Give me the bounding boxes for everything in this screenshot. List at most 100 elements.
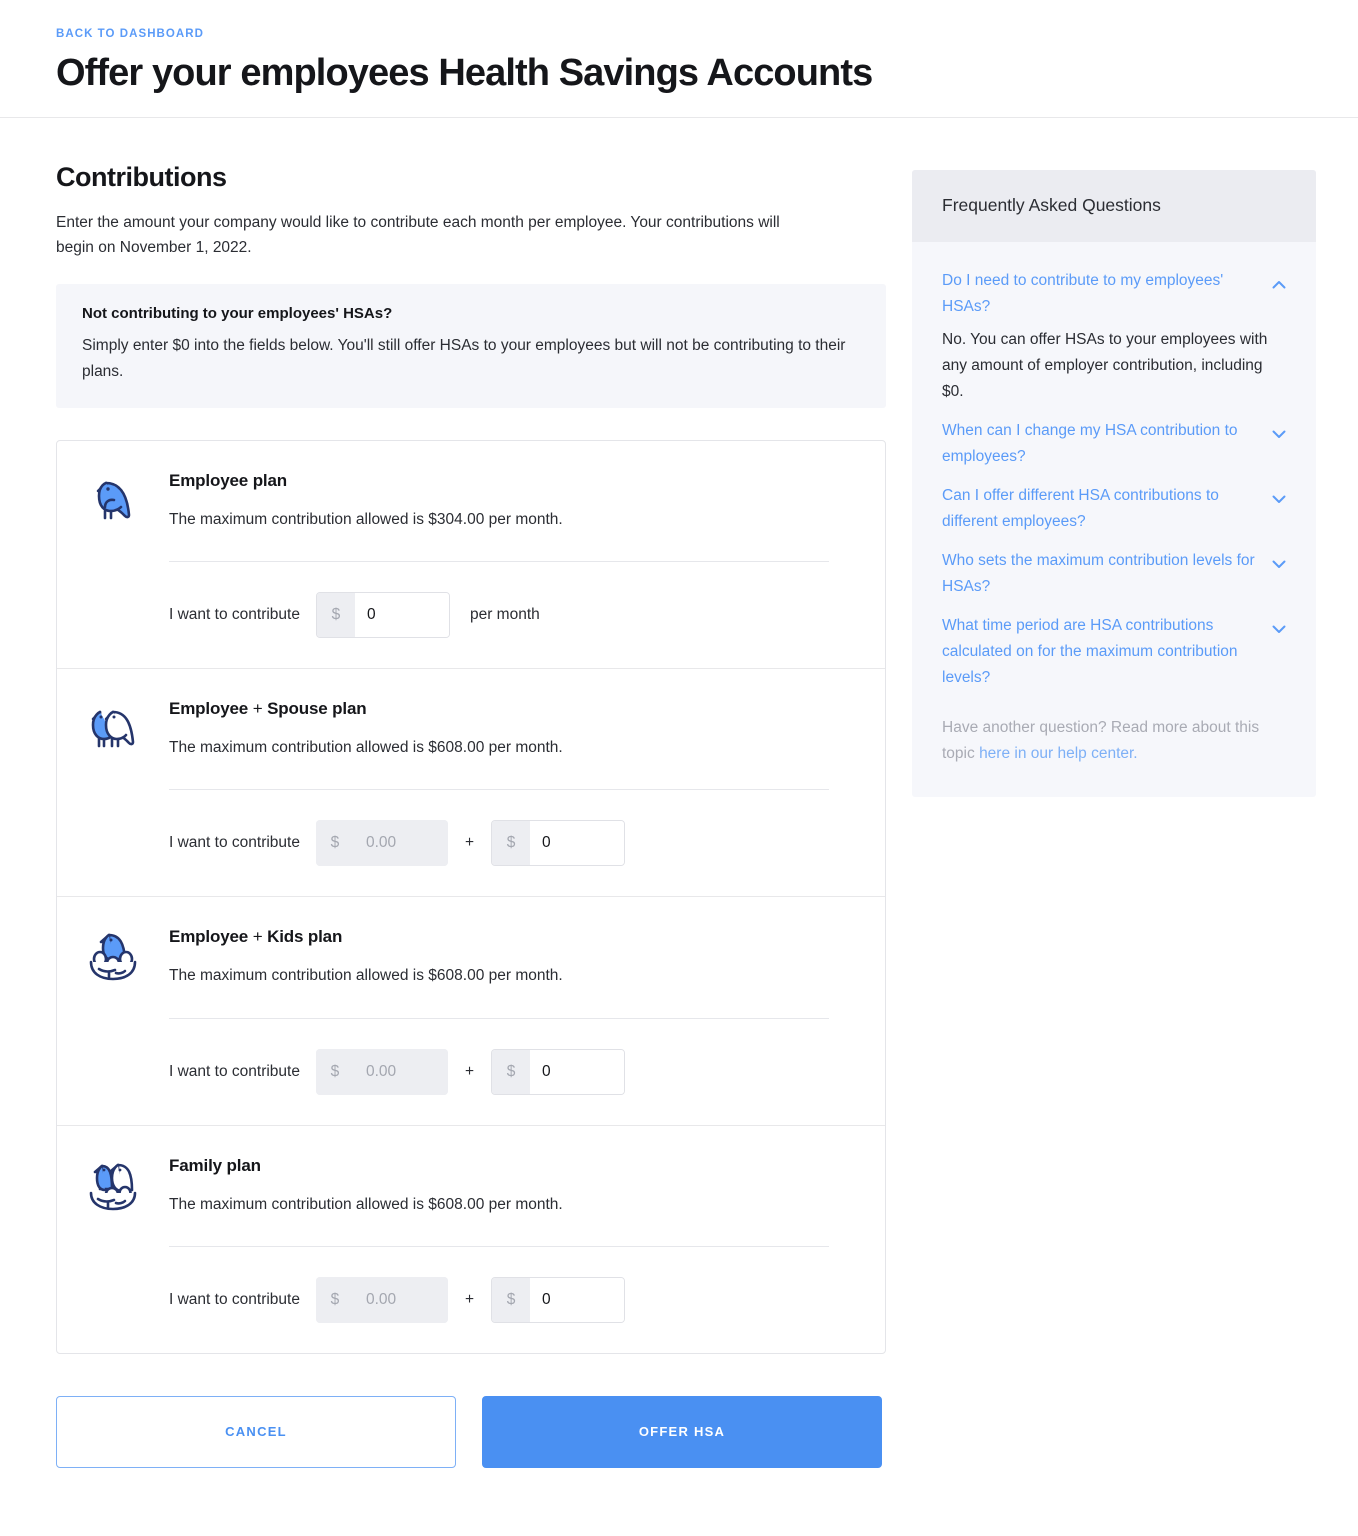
plan-list: Employee plan The maximum contribution al… — [56, 439, 886, 1354]
chevron-down-icon[interactable] — [1272, 426, 1286, 444]
faq-question-toggle[interactable]: Can I offer different HSA contributions … — [942, 483, 1286, 535]
page-header: BACK TO DASHBOARD Offer your employees H… — [0, 0, 1358, 118]
bird-nest-icon — [57, 927, 169, 1094]
page-layout: Contributions Enter the amount your comp… — [0, 118, 1358, 1508]
offer-hsa-button[interactable]: OFFER HSA — [482, 1395, 882, 1468]
plan-name-plus: + — [248, 699, 268, 719]
faq-item: Do I need to contribute to my employees'… — [942, 268, 1286, 405]
plan-name-suffix: Spouse plan — [267, 699, 367, 719]
faq-question-text: When can I change my HSA contribution to… — [942, 421, 1238, 465]
plan-max-contribution: The maximum contribution allowed is $304… — [169, 510, 563, 528]
contribute-label: I want to contribute — [169, 606, 300, 624]
faq-question-text: Do I need to contribute to my employees'… — [942, 271, 1224, 315]
plan-name-plus: + — [248, 927, 268, 947]
contribution-amount-input-group[interactable]: $ — [491, 820, 626, 867]
contribution-amount-disabled: $ — [315, 820, 448, 867]
plan-card: Family plan The maximum contribution allo… — [57, 1124, 885, 1353]
faq-answer: No. You can offer HSAs to your employees… — [942, 330, 1268, 400]
plan-card: Employee plan The maximum contribution al… — [57, 441, 885, 668]
faq-item: Can I offer different HSA contributions … — [942, 483, 1286, 535]
plan-max-contribution: The maximum contribution allowed is $608… — [169, 1195, 563, 1213]
faq-footer: Have another question? Read more about t… — [942, 715, 1286, 767]
two-birds-icon — [57, 699, 169, 866]
faq-item: When can I change my HSA contribution to… — [942, 418, 1286, 470]
currency-prefix: $ — [315, 820, 354, 867]
plan-name-prefix: Employee — [169, 470, 249, 490]
contribute-label: I want to contribute — [169, 1062, 300, 1080]
plan-max-contribution: The maximum contribution allowed is $608… — [169, 967, 563, 985]
contribution-amount-field[interactable] — [530, 1049, 625, 1094]
plan-name-suffix: Kids plan — [267, 927, 343, 947]
faq-question-toggle[interactable]: What time period are HSA contributions c… — [942, 613, 1286, 691]
plan-name-prefix: Employee — [169, 927, 249, 947]
currency-prefix: $ — [315, 1276, 354, 1323]
contribution-input-row: I want to contribute $ + $ — [169, 1048, 829, 1095]
plan-card: Employee + Spouse plan The maximum contri… — [57, 668, 885, 896]
currency-prefix: $ — [492, 821, 531, 866]
faq-item: What time period are HSA contributions c… — [942, 613, 1286, 691]
plan-divider — [169, 1017, 829, 1019]
cancel-button[interactable]: CANCEL — [56, 1395, 456, 1468]
section-title: Contributions — [56, 161, 227, 192]
faq-question-toggle[interactable]: Who sets the maximum contribution levels… — [942, 548, 1286, 600]
contribution-amount-field[interactable] — [530, 1277, 625, 1322]
chevron-up-icon[interactable] — [1272, 276, 1286, 294]
faq-question-text: Who sets the maximum contribution levels… — [942, 552, 1255, 596]
not-contributing-notice: Not contributing to your employees' HSAs… — [56, 284, 886, 408]
section-description: Enter the amount your company would like… — [56, 213, 780, 257]
faq-item-list: Do I need to contribute to my employees'… — [912, 242, 1316, 798]
contribution-amount-disabled: $ — [315, 1276, 448, 1323]
plus-separator: + — [464, 1062, 475, 1080]
contribution-amount-input-group[interactable]: $ — [491, 1048, 626, 1095]
contribution-amount-field — [353, 1276, 448, 1323]
contribution-amount-field — [353, 1048, 448, 1095]
plan-name: Employee + Kids plan — [169, 927, 829, 947]
faq-panel-header: Frequently Asked Questions — [912, 169, 1316, 242]
faq-panel: Frequently Asked Questions Do I need to … — [912, 169, 1316, 798]
faq-question-text: Can I offer different HSA contributions … — [942, 487, 1219, 531]
plus-separator: + — [464, 834, 475, 852]
single-bird-icon — [57, 471, 169, 638]
back-to-dashboard-link[interactable]: BACK TO DASHBOARD — [56, 28, 204, 40]
plan-details: Employee + Kids plan The maximum contribu… — [169, 927, 885, 1095]
faq-column: Frequently Asked Questions Do I need to … — [912, 169, 1316, 798]
family-nest-icon — [57, 1156, 169, 1323]
faq-question-toggle[interactable]: When can I change my HSA contribution to… — [942, 418, 1286, 470]
currency-prefix: $ — [315, 1048, 354, 1095]
contribution-input-row: I want to contribute $ per month — [169, 592, 829, 639]
plan-max-contribution: The maximum contribution allowed is $608… — [169, 739, 563, 757]
contribution-amount-input-group[interactable]: $ — [315, 592, 450, 639]
contribution-amount-input-group[interactable]: $ — [491, 1276, 626, 1323]
plan-name-prefix: Family plan — [169, 1155, 261, 1175]
form-actions: CANCEL OFFER HSA — [56, 1354, 886, 1508]
plan-divider — [169, 561, 829, 563]
contribute-label: I want to contribute — [169, 1290, 300, 1308]
page-title: Offer your employees Health Savings Acco… — [56, 52, 873, 94]
currency-prefix: $ — [492, 1277, 531, 1322]
plus-separator: + — [464, 1290, 475, 1308]
currency-prefix: $ — [316, 593, 355, 638]
chevron-down-icon[interactable] — [1272, 556, 1286, 574]
plan-divider — [169, 1245, 829, 1247]
plan-card: Employee + Kids plan The maximum contribu… — [57, 896, 885, 1124]
contribution-amount-field[interactable] — [354, 593, 449, 638]
plan-details: Family plan The maximum contribution allo… — [169, 1156, 885, 1323]
chevron-down-icon[interactable] — [1272, 621, 1286, 639]
contribute-label: I want to contribute — [169, 834, 300, 852]
currency-prefix: $ — [492, 1049, 531, 1094]
notice-title: Not contributing to your employees' HSAs… — [82, 305, 393, 323]
notice-body: Simply enter $0 into the fields below. Y… — [82, 337, 846, 380]
chevron-down-icon[interactable] — [1272, 491, 1286, 509]
help-center-link[interactable]: here in our help center. — [979, 745, 1138, 762]
per-month-label: per month — [469, 606, 540, 624]
contribution-input-row: I want to contribute $ + $ — [169, 1276, 829, 1323]
plan-details: Employee + Spouse plan The maximum contri… — [169, 699, 885, 867]
contribution-amount-field — [353, 820, 448, 867]
faq-question-text: What time period are HSA contributions c… — [942, 617, 1238, 687]
plan-name-prefix: Employee — [169, 699, 249, 719]
plan-name: Employee + Spouse plan — [169, 699, 829, 719]
contribution-amount-field[interactable] — [530, 821, 625, 866]
contributions-column: Contributions Enter the amount your comp… — [56, 162, 886, 1508]
contribution-amount-disabled: $ — [315, 1048, 448, 1095]
faq-question-toggle[interactable]: Do I need to contribute to my employees'… — [942, 268, 1286, 320]
